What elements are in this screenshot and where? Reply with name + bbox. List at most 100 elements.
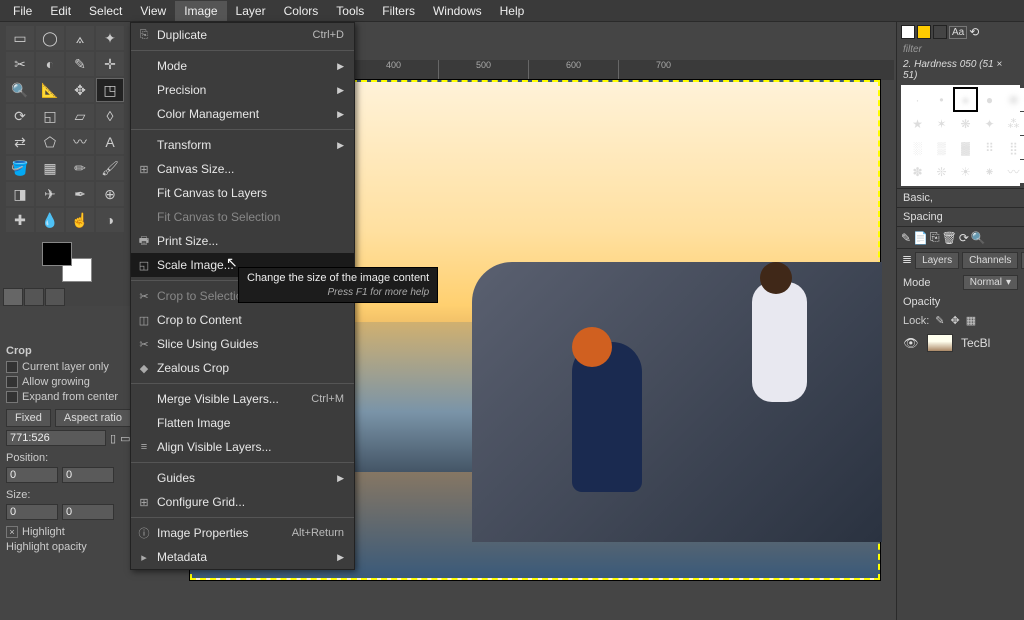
tool-dodge[interactable]: ◑ (96, 208, 124, 232)
tool-gradient[interactable]: ▦ (36, 156, 64, 180)
pos-x[interactable] (6, 467, 58, 483)
brush-item[interactable]: ▓ (954, 136, 977, 159)
tool-fuzzy-select[interactable]: ✦ (96, 26, 124, 50)
swatch-white[interactable] (901, 25, 915, 39)
menu-item-image-properties[interactable]: ⓘImage PropertiesAlt+Return (131, 521, 354, 545)
brush-edit-icon[interactable]: ✎ (901, 231, 911, 245)
menu-windows[interactable]: Windows (424, 1, 491, 21)
layer-name[interactable]: TecBl (961, 336, 990, 350)
brush-item[interactable]: ● (1002, 88, 1024, 111)
tool-crop[interactable]: ◳ (96, 78, 124, 102)
brush-item[interactable]: ⠿ (978, 136, 1001, 159)
tab-tool-options[interactable] (3, 288, 23, 306)
fg-color[interactable] (42, 242, 72, 266)
pos-y[interactable] (62, 467, 114, 483)
brush-spacing[interactable]: Spacing (897, 207, 1024, 226)
menu-help[interactable]: Help (491, 1, 534, 21)
tool-ink[interactable]: ✒ (66, 182, 94, 206)
menu-layer[interactable]: Layer (227, 1, 275, 21)
menu-item-configure-grid-[interactable]: ⊞Configure Grid... (131, 490, 354, 514)
tool-foreground[interactable]: ◐ (36, 52, 64, 76)
menu-item-align-visible-layers-[interactable]: ≡Align Visible Layers... (131, 435, 354, 459)
menu-item-metadata[interactable]: ▸Metadata▶ (131, 545, 354, 569)
orient-icon-2[interactable]: ▭ (120, 432, 130, 445)
tool-blur[interactable]: 💧 (36, 208, 64, 232)
size-h[interactable] (62, 504, 114, 520)
menu-item-mode[interactable]: Mode▶ (131, 54, 354, 78)
brush-item[interactable]: ❊ (930, 160, 953, 183)
color-swatches[interactable] (42, 242, 92, 282)
menu-item-color-management[interactable]: Color Management▶ (131, 102, 354, 126)
tool-color-picker[interactable]: ✛ (96, 52, 124, 76)
brush-filter[interactable]: filter (897, 42, 1024, 57)
tab-channels[interactable]: Channels (962, 252, 1018, 269)
menu-item-zealous-crop[interactable]: ◆Zealous Crop (131, 356, 354, 380)
tool-eraser[interactable]: ◨ (6, 182, 34, 206)
menu-tools[interactable]: Tools (327, 1, 373, 21)
tool-paths[interactable]: ✎ (66, 52, 94, 76)
brush-item[interactable]: ❋ (954, 112, 977, 135)
menu-view[interactable]: View (131, 1, 175, 21)
menu-filters[interactable]: Filters (373, 1, 424, 21)
chk-current-layer[interactable] (6, 361, 18, 373)
brush-item[interactable]: ✦ (978, 112, 1001, 135)
tool-zoom[interactable]: 🔍 (6, 78, 34, 102)
size-w[interactable] (6, 504, 58, 520)
tool-paintbrush[interactable]: 🖌 (96, 156, 124, 180)
brush-item[interactable]: ⣿ (1002, 136, 1024, 159)
tool-smudge[interactable]: ☝ (66, 208, 94, 232)
menu-colors[interactable]: Colors (275, 1, 328, 21)
font-icon[interactable]: Aa (949, 26, 967, 39)
menu-item-precision[interactable]: Precision▶ (131, 78, 354, 102)
tool-bucket[interactable]: 🪣 (6, 156, 34, 180)
lock-alpha-icon[interactable]: ▦ (966, 314, 976, 327)
tool-free-select[interactable]: ⟑ (66, 26, 94, 50)
menu-edit[interactable]: Edit (41, 1, 80, 21)
tool-text[interactable]: A (96, 130, 124, 154)
tool-scissors[interactable]: ✂ (6, 52, 34, 76)
btn-fixed[interactable]: Fixed (6, 409, 51, 427)
tool-pencil[interactable]: ✏ (66, 156, 94, 180)
select-mode[interactable]: Normal▾ (963, 275, 1018, 290)
brush-item[interactable]: · (906, 88, 929, 111)
btn-close-highlight[interactable]: × (6, 526, 18, 538)
tab-device[interactable] (24, 288, 44, 306)
swatch-dark[interactable] (933, 25, 947, 39)
menu-item-print-size-[interactable]: 🖶Print Size... (131, 229, 354, 253)
tool-ellipse-select[interactable]: ◯ (36, 26, 64, 50)
tool-measure[interactable]: 📐 (36, 78, 64, 102)
brush-item[interactable]: ⁕ (978, 160, 1001, 183)
brush-item[interactable]: ● (954, 88, 977, 111)
brush-item[interactable]: ★ (906, 112, 929, 135)
menu-item-slice-using-guides[interactable]: ✂Slice Using Guides (131, 332, 354, 356)
brush-item[interactable]: ░ (906, 136, 929, 159)
tab-layers[interactable]: Layers (915, 252, 959, 269)
brush-item[interactable]: ⁂ (1002, 112, 1024, 135)
orient-icon[interactable]: ▯ (110, 432, 116, 445)
brush-item[interactable]: ✽ (906, 160, 929, 183)
lock-position-icon[interactable]: ✥ (951, 314, 960, 327)
menu-item-guides[interactable]: Guides▶ (131, 466, 354, 490)
menu-item-fit-canvas-to-layers[interactable]: Fit Canvas to Layers (131, 181, 354, 205)
menu-item-crop-to-content[interactable]: ◫Crop to Content (131, 308, 354, 332)
menu-item-duplicate[interactable]: ⎘DuplicateCtrl+D (131, 23, 354, 47)
tool-perspective[interactable]: ◊ (96, 104, 124, 128)
menu-item-merge-visible-layers-[interactable]: Merge Visible Layers...Ctrl+M (131, 387, 354, 411)
tool-warp[interactable]: 〰 (66, 130, 94, 154)
brush-item[interactable]: ▒ (930, 136, 953, 159)
tab-images[interactable] (45, 288, 65, 306)
history-icon[interactable]: ⟲ (969, 25, 979, 39)
btn-aspect[interactable]: Aspect ratio (55, 409, 131, 427)
brush-item[interactable]: • (930, 88, 953, 111)
menu-select[interactable]: Select (80, 1, 131, 21)
chk-expand-center[interactable] (6, 391, 18, 403)
menu-item-flatten-image[interactable]: Flatten Image (131, 411, 354, 435)
tool-rect-select[interactable]: ▭ (6, 26, 34, 50)
brush-dup-icon[interactable]: ⎘ (930, 230, 940, 245)
tool-heal[interactable]: ✚ (6, 208, 34, 232)
tool-scale[interactable]: ◱ (36, 104, 64, 128)
brush-item[interactable]: ● (978, 88, 1001, 111)
layer-row[interactable]: 👁 TecBl (897, 330, 1024, 356)
lock-pixels-icon[interactable]: ✎ (935, 314, 944, 327)
menu-item-canvas-size-[interactable]: ⊞Canvas Size... (131, 157, 354, 181)
